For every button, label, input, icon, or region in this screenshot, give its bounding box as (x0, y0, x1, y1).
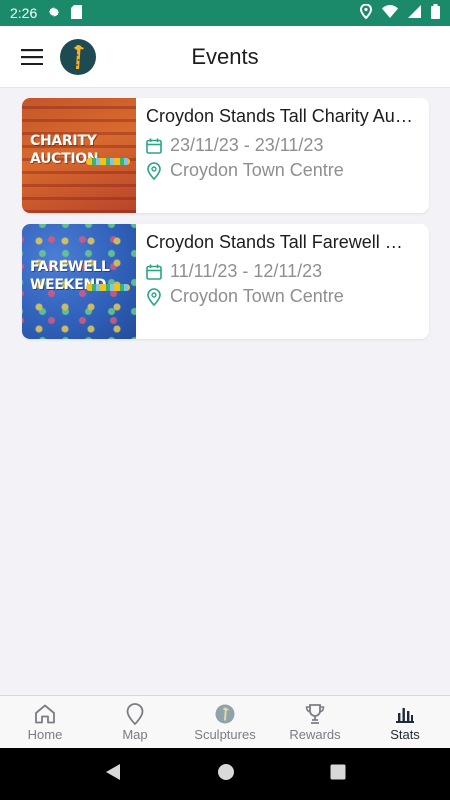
event-thumbnail: FAREWELL WEEKEND (22, 224, 136, 339)
status-time: 2:26 (10, 5, 38, 21)
giraffe-stripe-graphic (86, 158, 130, 165)
events-list: CHARITY AUCTION Croydon Stands Tall Char… (22, 98, 429, 350)
tab-label: Home (27, 726, 63, 742)
tab-label: Map (122, 726, 148, 742)
event-location: Croydon Town Centre (170, 286, 344, 306)
event-title: Croydon Stands Tall Charity Auction (146, 106, 419, 126)
tab-label: Sculptures (194, 726, 256, 742)
tab-home[interactable]: Home (0, 696, 90, 748)
map-pin-icon (147, 161, 161, 180)
system-nav-bar (0, 748, 450, 800)
calendar-icon (146, 264, 162, 280)
giraffe-logo-icon (74, 44, 84, 69)
event-location: Croydon Town Centre (170, 160, 344, 180)
thumbnail-text: FAREWELL (30, 259, 110, 275)
home-circle-icon[interactable] (217, 763, 235, 786)
sculpture-icon (215, 704, 235, 723)
back-icon[interactable] (104, 763, 122, 786)
recents-icon[interactable] (330, 764, 346, 785)
thumbnail-text: CHARITY (30, 133, 97, 149)
giraffe-stripe-graphic (86, 284, 130, 291)
event-title: Croydon Stands Tall Farewell Weekend (146, 232, 419, 252)
bar-chart-icon (396, 707, 414, 723)
event-dates: 23/11/23 - 23/11/23 (170, 135, 324, 155)
hamburger-icon (21, 48, 43, 65)
calendar-icon (146, 138, 162, 154)
tab-stats[interactable]: Stats (360, 696, 450, 748)
tab-sculptures[interactable]: Sculptures (180, 696, 270, 748)
event-card[interactable]: CHARITY AUCTION Croydon Stands Tall Char… (22, 98, 429, 213)
app-bar: Events (0, 26, 450, 88)
trophy-icon (305, 703, 325, 724)
app-logo[interactable] (60, 38, 96, 75)
gear-icon (47, 5, 61, 22)
menu-button[interactable] (12, 37, 52, 77)
event-dates: 11/11/23 - 12/11/23 (170, 261, 323, 281)
map-pin-icon (147, 287, 161, 306)
map-pin-icon (126, 702, 144, 725)
battery-icon (431, 4, 440, 22)
status-bar: 2:26 (0, 0, 450, 26)
tab-label: Rewards (289, 726, 341, 742)
sd-card-icon (71, 4, 83, 22)
bottom-tab-bar: Home Map Sculptures Rewards Stats (0, 695, 450, 748)
event-thumbnail: CHARITY AUCTION (22, 98, 136, 213)
tab-map[interactable]: Map (90, 696, 180, 748)
event-card[interactable]: FAREWELL WEEKEND Croydon Stands Tall Far… (22, 224, 429, 339)
home-icon (35, 704, 55, 723)
location-icon (359, 3, 373, 22)
wifi-icon (382, 5, 398, 21)
tab-label: Stats (390, 726, 420, 742)
tab-rewards[interactable]: Rewards (270, 696, 360, 748)
signal-icon (408, 5, 421, 21)
